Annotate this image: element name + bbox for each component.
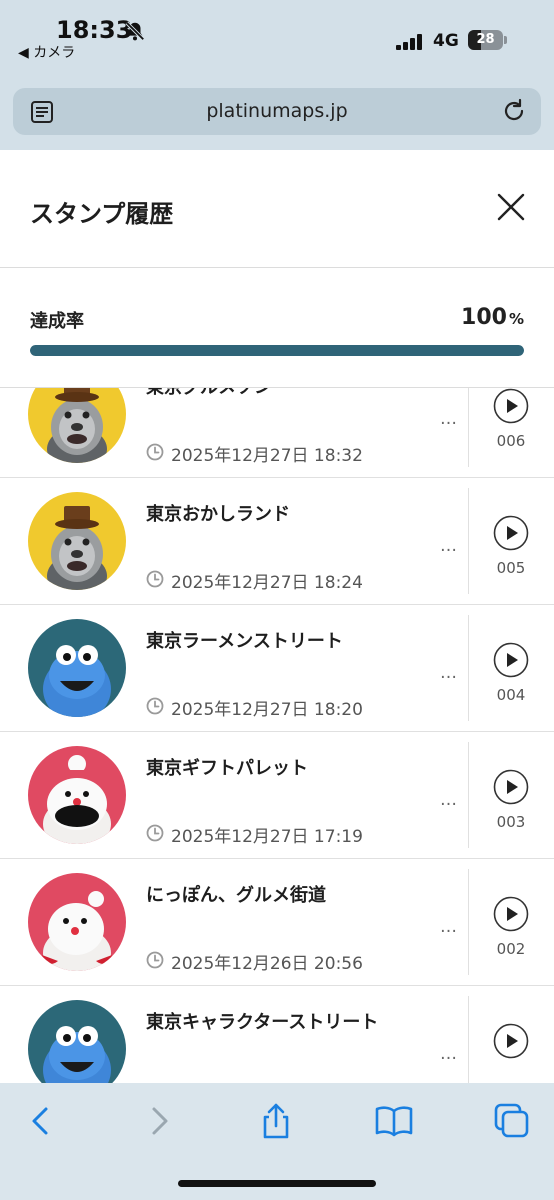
row-divider [468,615,469,721]
play-icon[interactable] [493,769,529,805]
avatar-image [28,619,126,717]
avatar [28,1000,126,1083]
stamp-row[interactable]: 東京グルメゾン 東京都千代田区丸の内1丁目9-1 … 2025年12月27日 1… [0,387,554,478]
stamp-number: 004 [496,686,526,704]
avatar [28,746,126,844]
status-time: 18:33 [56,16,133,44]
stamp-number: 006 [496,432,526,450]
back-arrow-icon[interactable] [20,1101,60,1141]
clock-icon [146,443,164,461]
progress-bar-fill [30,345,524,356]
url-text[interactable]: platinumaps.jp [13,100,541,122]
stamp-spot-name: 東京ギフトパレット [146,758,308,779]
avatar-image [28,1000,126,1083]
progress-value: 100% [461,305,524,330]
progress-label: 達成率 [30,311,84,332]
cellular-signal-icon [396,34,422,50]
address-ellipsis: … [440,790,457,810]
progress-unit: % [508,310,524,328]
stamp-number: 002 [496,940,526,958]
avatar [28,388,126,463]
play-icon[interactable] [493,1023,529,1059]
avatar [28,619,126,717]
row-divider [468,388,469,467]
stamp-row[interactable]: にっぽん、グルメ街道 東京都千代田区丸の内1丁目9-1 … 2025年12月26… [0,859,554,986]
avatar [28,492,126,590]
browser-top-chrome: 18:33 ◀ カメラ 4G 28 platinumaps.jp [0,0,554,150]
row-divider [468,742,469,848]
avatar [28,873,126,971]
address-bar[interactable]: platinumaps.jp [13,88,541,135]
forward-arrow-icon[interactable] [140,1101,180,1141]
avatar-image [28,388,126,463]
stamp-list: 東京グルメゾン 東京都千代田区丸の内1丁目9-1 … 2025年12月27日 1… [0,387,554,1083]
datetime-text: 2025年12月27日 17:19 [171,827,363,847]
stamp-spot-name: にっぽん、グルメ街道 [146,885,326,906]
bell-off-icon [125,21,145,41]
row-divider [468,488,469,594]
stamp-row[interactable]: 東京キャラクターストリート 東京都千代田区丸の内1丁目9-1 … [0,986,554,1083]
stamp-number: 005 [496,559,526,577]
address-ellipsis: … [440,917,457,937]
home-indicator [178,1180,376,1187]
stamp-spot-name: 東京グルメゾン [146,387,272,398]
avatar-image [28,746,126,844]
close-icon[interactable] [494,190,528,224]
datetime-text: 2025年12月26日 20:56 [171,954,363,974]
battery-level: 28 [476,32,495,47]
row-divider [468,869,469,975]
completion-progress: 達成率 100% [0,269,554,386]
address-ellipsis: … [440,1044,457,1064]
stamp-spot-name: 東京おかしランド [146,504,290,525]
row-divider [468,996,469,1083]
stamp-number: 003 [496,813,526,831]
datetime-text: 2025年12月27日 18:32 [171,446,363,466]
stamp-spot-name: 東京ラーメンストリート [146,631,343,652]
back-to-app-link[interactable]: ◀ カメラ [18,42,75,62]
network-type: 4G [433,31,459,51]
reload-icon[interactable] [501,98,527,124]
clock-icon [146,697,164,715]
stamp-row[interactable]: 東京おかしランド 東京都千代田区丸の内1丁目9-1 … 2025年12月27日 … [0,478,554,605]
stamp-spot-name: 東京キャラクターストリート [146,1012,379,1033]
clock-icon [146,951,164,969]
datetime-text: 2025年12月27日 18:20 [171,700,363,720]
play-icon[interactable] [493,642,529,678]
page-title: スタンプ履歴 [30,200,174,228]
address-ellipsis: … [440,409,457,429]
stamp-row[interactable]: 東京ラーメンストリート 東京都千代田区丸の内1丁目9-1 … 2025年12月2… [0,605,554,732]
stamp-row[interactable]: 東京ギフトパレット 東京都千代田区丸の内1丁目9-1 … 2025年12月27日… [0,732,554,859]
play-icon[interactable] [493,896,529,932]
tabs-icon[interactable] [492,1101,532,1141]
play-icon[interactable] [493,515,529,551]
share-icon[interactable] [256,1101,296,1141]
avatar-image [28,492,126,590]
clock-icon [146,570,164,588]
address-ellipsis: … [440,663,457,683]
address-ellipsis: … [440,536,457,556]
play-icon[interactable] [493,388,529,424]
clock-icon [146,824,164,842]
stamp-history-list[interactable]: 東京グルメゾン 東京都千代田区丸の内1丁目9-1 … 2025年12月27日 1… [0,387,554,1083]
datetime-text: 2025年12月27日 18:24 [171,573,363,593]
status-bar: 18:33 ◀ カメラ 4G 28 [0,0,554,70]
avatar-image [28,873,126,971]
progress-number: 100 [461,305,507,330]
bookmarks-icon[interactable] [374,1101,414,1141]
modal-header: スタンプ履歴 [0,150,554,268]
progress-bar [30,345,524,356]
battery-icon: 28 [468,30,507,50]
